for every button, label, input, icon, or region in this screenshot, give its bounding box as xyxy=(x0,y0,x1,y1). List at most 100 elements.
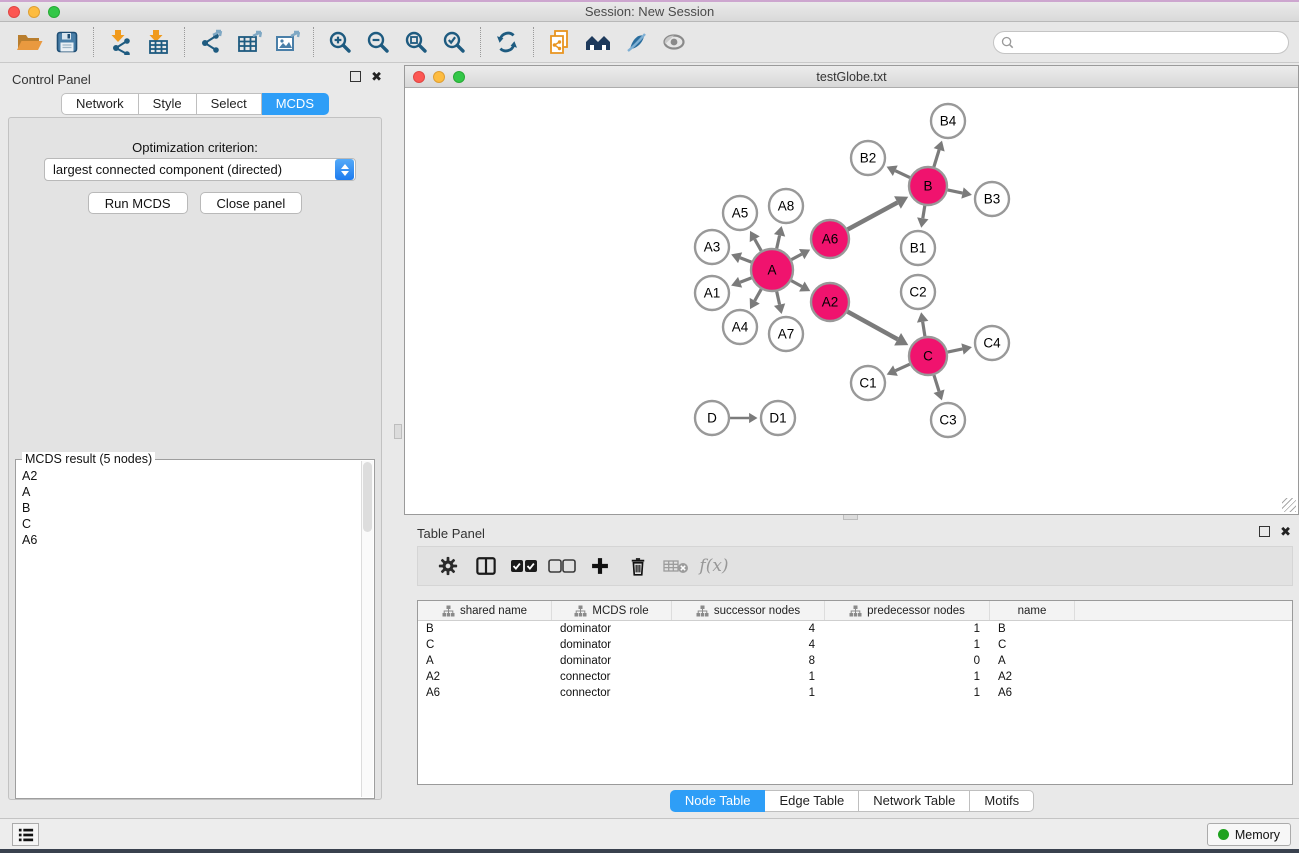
table-cell[interactable]: C xyxy=(990,639,1075,651)
graph-node-A3[interactable]: A3 xyxy=(695,230,729,264)
table-cell[interactable]: A xyxy=(418,655,552,667)
export-network-icon[interactable] xyxy=(192,25,230,59)
zoom-in-icon[interactable] xyxy=(321,25,359,59)
add-column-plus-icon[interactable] xyxy=(582,550,618,582)
search-input[interactable] xyxy=(1018,33,1288,52)
graph-edge-A-A3[interactable] xyxy=(740,258,751,262)
graph-edge-A-A2[interactable] xyxy=(791,281,802,287)
table-cell[interactable]: A2 xyxy=(418,671,552,683)
optimization-criterion-dropdown[interactable]: largest connected component (directed) xyxy=(44,158,356,181)
graph-node-D[interactable]: D xyxy=(695,401,729,435)
graph-edge-C-C2[interactable] xyxy=(923,322,925,337)
graph-edge-A-A7[interactable] xyxy=(777,291,780,304)
delete-column-trash-icon[interactable] xyxy=(620,550,656,582)
graph-node-B4[interactable]: B4 xyxy=(931,104,965,138)
export-table-icon[interactable] xyxy=(230,25,268,59)
table-cell[interactable]: dominator xyxy=(552,639,672,651)
graph-edge-B-B1[interactable] xyxy=(923,206,925,219)
function-builder-icon[interactable]: f(x) xyxy=(696,550,732,582)
table-cell[interactable]: 1 xyxy=(825,671,990,683)
graph-node-A4[interactable]: A4 xyxy=(723,310,757,344)
table-cell[interactable]: A2 xyxy=(990,671,1075,683)
table-cell[interactable]: 4 xyxy=(672,623,825,635)
table-cell[interactable]: 1 xyxy=(825,687,990,699)
result-item[interactable]: A2 xyxy=(18,468,360,484)
graph-node-A8[interactable]: A8 xyxy=(769,189,803,223)
graph-node-B1[interactable]: B1 xyxy=(901,231,935,265)
graph-node-A[interactable]: A xyxy=(751,249,793,291)
table-cell[interactable]: 0 xyxy=(825,655,990,667)
show-all-networks-icon[interactable] xyxy=(579,25,617,59)
graph-node-A5[interactable]: A5 xyxy=(723,196,757,230)
vertical-split-handle[interactable] xyxy=(394,424,402,439)
tab-node-table[interactable]: Node Table xyxy=(670,790,766,812)
float-table-panel-icon[interactable] xyxy=(1259,526,1270,537)
column-header-name[interactable]: name xyxy=(990,601,1075,620)
scrollbar-thumb[interactable] xyxy=(363,462,372,532)
open-session-icon[interactable] xyxy=(10,25,48,59)
table-cell[interactable]: A xyxy=(990,655,1075,667)
tab-motifs[interactable]: Motifs xyxy=(970,790,1034,812)
graph-node-A1[interactable]: A1 xyxy=(695,276,729,310)
table-cell[interactable]: dominator xyxy=(552,623,672,635)
close-panel-icon[interactable]: ✖ xyxy=(371,71,382,82)
table-cell[interactable]: B xyxy=(418,623,552,635)
column-header-successor-nodes[interactable]: successor nodes xyxy=(672,601,825,620)
network-window-titlebar[interactable]: testGlobe.txt xyxy=(405,66,1298,88)
table-cell[interactable]: dominator xyxy=(552,655,672,667)
graph-node-A7[interactable]: A7 xyxy=(769,317,803,351)
zoom-out-icon[interactable] xyxy=(359,25,397,59)
graph-edge-A-A4[interactable] xyxy=(755,289,761,301)
graph-edge-B-B4[interactable] xyxy=(934,150,939,167)
export-image-icon[interactable] xyxy=(268,25,306,59)
table-cell[interactable]: 1 xyxy=(825,623,990,635)
save-session-icon[interactable] xyxy=(48,25,86,59)
graph-edge-A6-B[interactable] xyxy=(848,203,898,230)
import-table-icon[interactable] xyxy=(139,25,177,59)
table-cell[interactable]: connector xyxy=(552,671,672,683)
graph-node-B2[interactable]: B2 xyxy=(851,141,885,175)
tab-mcds[interactable]: MCDS xyxy=(262,93,329,115)
column-settings-gear-icon[interactable] xyxy=(430,550,466,582)
graph-node-C4[interactable]: C4 xyxy=(975,326,1009,360)
graph-node-C3[interactable]: C3 xyxy=(931,403,965,437)
graph-edge-A-A5[interactable] xyxy=(755,239,761,251)
table-row[interactable]: Bdominator41B xyxy=(418,621,1292,637)
run-mcds-button[interactable]: Run MCDS xyxy=(88,192,188,214)
result-item[interactable]: A6 xyxy=(18,532,360,548)
graph-node-B[interactable]: B xyxy=(909,167,947,205)
table-cell[interactable]: connector xyxy=(552,687,672,699)
float-panel-icon[interactable] xyxy=(350,71,361,82)
resize-grip-icon[interactable] xyxy=(1282,498,1296,512)
graph-edge-A-A1[interactable] xyxy=(740,278,751,282)
table-row[interactable]: A6connector11A6 xyxy=(418,685,1292,701)
graph-edge-B-B2[interactable] xyxy=(895,171,910,178)
zoom-selected-icon[interactable] xyxy=(435,25,473,59)
new-session-from-network-icon[interactable] xyxy=(541,25,579,59)
delete-table-icon[interactable] xyxy=(658,550,694,582)
graph-node-A2[interactable]: A2 xyxy=(811,283,849,321)
search-field[interactable] xyxy=(993,31,1289,54)
hide-labels-icon[interactable] xyxy=(617,25,655,59)
zoom-fit-icon[interactable] xyxy=(397,25,435,59)
select-all-icon[interactable] xyxy=(506,550,542,582)
tab-edge-table[interactable]: Edge Table xyxy=(765,790,859,812)
table-row[interactable]: A2connector11A2 xyxy=(418,669,1292,685)
column-header-shared-name[interactable]: shared name xyxy=(418,601,552,620)
result-scrollbar[interactable] xyxy=(361,461,373,797)
table-cell[interactable]: 1 xyxy=(825,639,990,651)
table-cell[interactable]: A6 xyxy=(418,687,552,699)
table-cell[interactable]: B xyxy=(990,623,1075,635)
refresh-icon[interactable] xyxy=(488,25,526,59)
graph-node-C2[interactable]: C2 xyxy=(901,275,935,309)
graph-edge-C-C3[interactable] xyxy=(934,375,939,391)
tab-style[interactable]: Style xyxy=(139,93,197,115)
tab-network-table[interactable]: Network Table xyxy=(859,790,970,812)
deselect-all-icon[interactable] xyxy=(544,550,580,582)
graph-edge-A-A8[interactable] xyxy=(777,235,780,248)
graph-node-D1[interactable]: D1 xyxy=(761,401,795,435)
tab-network[interactable]: Network xyxy=(61,93,139,115)
import-network-icon[interactable] xyxy=(101,25,139,59)
split-view-icon[interactable] xyxy=(468,550,504,582)
column-header-mcds-role[interactable]: MCDS role xyxy=(552,601,672,620)
